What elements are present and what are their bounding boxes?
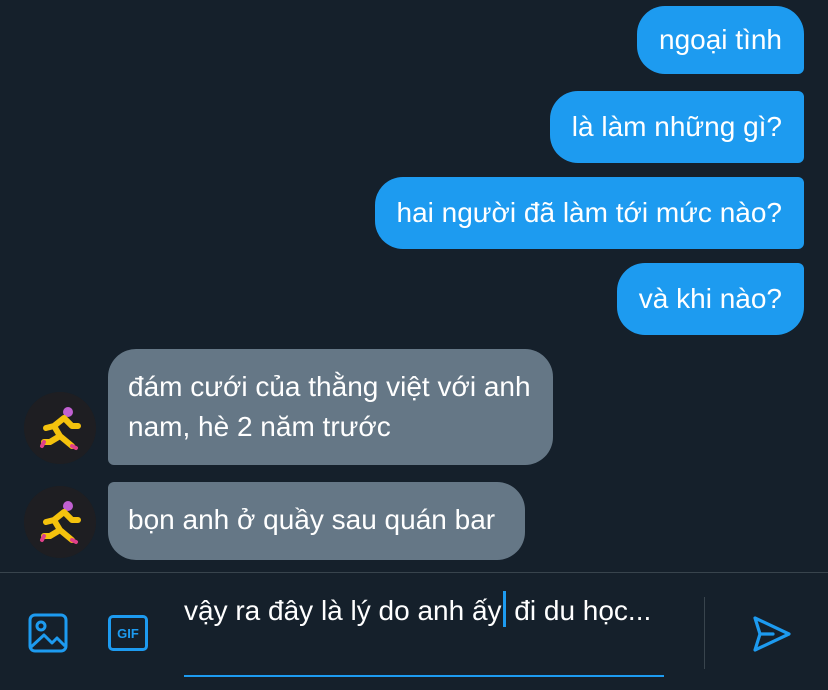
gif-label: GIF: [117, 625, 139, 641]
media-button[interactable]: [24, 609, 72, 657]
message-text: bọn anh ở quầy sau quán bar: [128, 504, 496, 535]
message-input[interactable]: vậy ra đây là lý do anh ấy đi du học...: [184, 591, 664, 677]
message-text-line: đám cưới của thằng việt với anh: [128, 371, 531, 402]
input-text-after-caret: đi du học...: [506, 595, 652, 626]
message-text: là làm những gì?: [571, 111, 782, 142]
image-icon: [28, 613, 68, 653]
sent-message[interactable]: là làm những gì?: [549, 91, 804, 163]
message-text-line: nam, hè 2 năm trước: [128, 411, 391, 442]
send-button[interactable]: [746, 609, 796, 659]
composer-divider: [704, 597, 705, 669]
avatar[interactable]: [24, 392, 96, 464]
received-message[interactable]: bọn anh ở quầy sau quán bar: [108, 482, 526, 560]
gif-icon: GIF: [108, 615, 148, 651]
avatar[interactable]: [24, 486, 96, 558]
message-text: ngoại tình: [659, 24, 782, 55]
sent-message[interactable]: và khi nào?: [616, 263, 804, 335]
input-text-before-caret: vậy ra đây là lý do anh ấy: [184, 595, 502, 626]
send-icon: [753, 616, 791, 652]
avatar-figure-icon: [24, 392, 96, 464]
sent-message[interactable]: hai người đã làm tới mức nào?: [374, 177, 804, 249]
message-text: hai người đã làm tới mức nào?: [396, 197, 783, 228]
avatar-figure-icon: [24, 486, 96, 558]
message-text: và khi nào?: [638, 283, 782, 314]
gif-button[interactable]: GIF: [104, 609, 152, 657]
text-caret: [502, 591, 506, 627]
message-composer: GIF vậy ra đây là lý do anh ấy đi du học…: [0, 572, 828, 690]
received-message[interactable]: đám cưới của thằng việt với anh nam, hè …: [108, 349, 553, 465]
message-thread: ngoại tình là làm những gì? hai người đã…: [0, 0, 828, 572]
sent-message[interactable]: ngoại tình: [637, 6, 804, 74]
